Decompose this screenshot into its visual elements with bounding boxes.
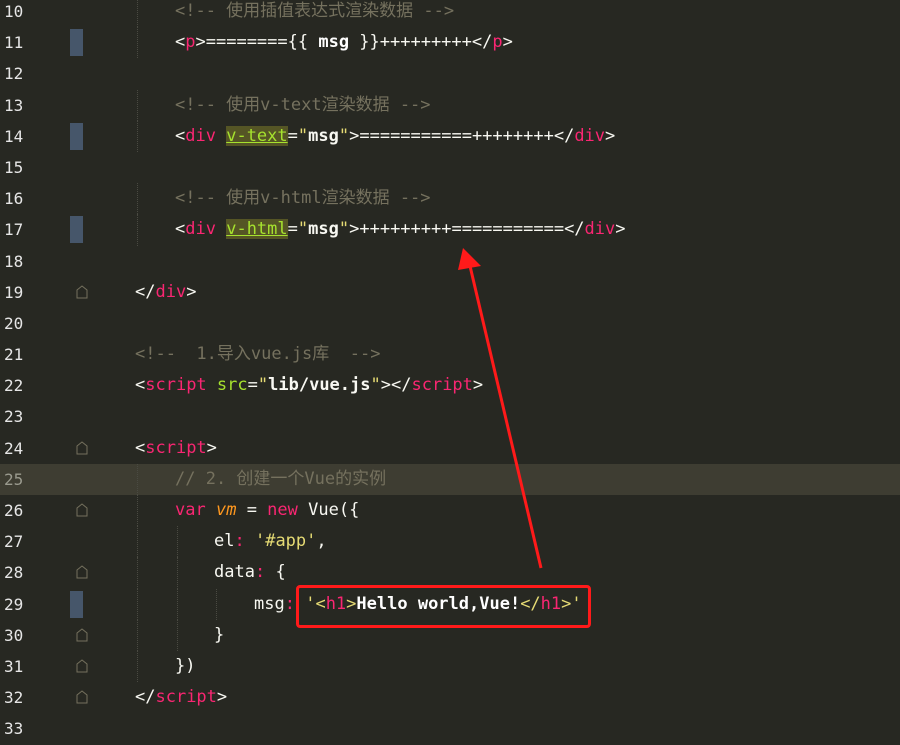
annotation-arrow: [458, 248, 543, 569]
